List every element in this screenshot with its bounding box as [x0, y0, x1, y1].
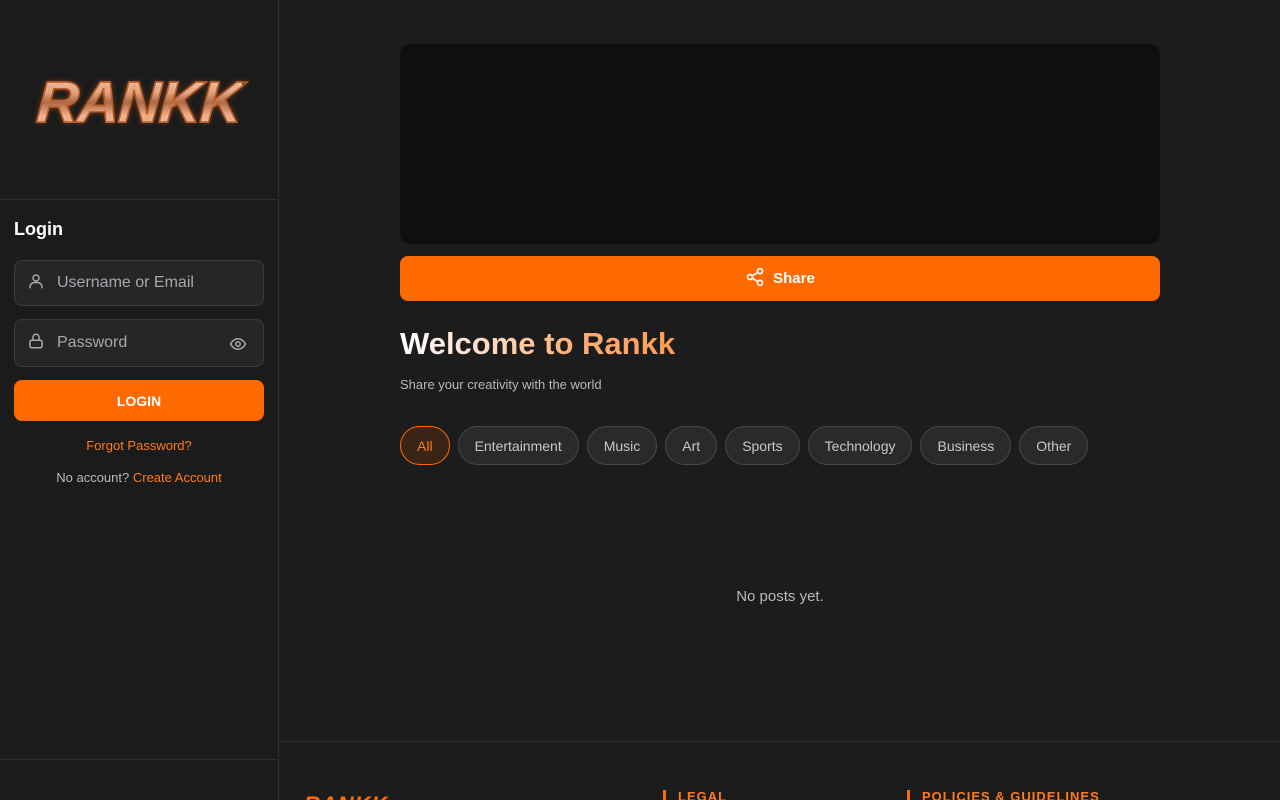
category-chip-art[interactable]: Art — [665, 426, 718, 465]
category-chip-entertainment[interactable]: Entertainment — [457, 426, 579, 465]
password-field[interactable] — [14, 319, 264, 367]
login-title: Login — [14, 219, 63, 239]
forgot-password-link[interactable]: Forgot Password? — [14, 438, 264, 453]
video-preview-area[interactable] — [400, 44, 1160, 244]
category-chip-music[interactable]: Music — [586, 426, 658, 465]
lock-icon — [27, 332, 45, 355]
show-password-eye-icon[interactable] — [229, 335, 247, 358]
sidebar-divider — [0, 759, 279, 760]
category-chip-all[interactable]: All — [400, 426, 450, 465]
category-chip-technology[interactable]: Technology — [807, 426, 913, 465]
share-icon — [745, 267, 765, 291]
share-label: Share — [773, 270, 815, 287]
footer-divider — [280, 741, 1280, 742]
share-button[interactable]: Share — [400, 256, 1160, 301]
rankk-logo[interactable]: RANKK — [34, 69, 244, 136]
password-input[interactable] — [57, 334, 217, 352]
footer-policies-heading: POLICIES & GUIDELINES — [907, 790, 1100, 800]
empty-posts-message: No posts yet. — [736, 588, 824, 605]
welcome-subtitle: Share your creativity with the world — [400, 377, 602, 392]
category-chip-business[interactable]: Business — [920, 426, 1012, 465]
sidebar: RANKK Login Username or Email LOGIN Forg… — [0, 0, 279, 800]
category-chip-sports[interactable]: Sports — [725, 426, 800, 465]
footer-logo[interactable]: RANKK — [304, 792, 388, 800]
no-account-text: No account? — [56, 470, 130, 485]
username-input[interactable] — [57, 274, 217, 292]
create-account-link[interactable]: Create Account — [133, 470, 222, 485]
login-panel: Login Username or Email LOGIN Forgot Pas… — [0, 200, 278, 485]
logo-area: RANKK — [0, 0, 278, 200]
category-chip-other[interactable]: Other — [1019, 426, 1089, 465]
login-button[interactable]: LOGIN — [14, 380, 264, 421]
welcome-title: Welcome to Rankk — [400, 326, 676, 361]
category-filter: All Entertainment Music Art Sports Techn… — [400, 426, 1089, 465]
main-content: Share Welcome to Rankk Share your creati… — [280, 0, 1280, 800]
username-field[interactable] — [14, 260, 264, 306]
no-account-row: No account? Create Account — [14, 470, 264, 485]
user-icon — [27, 272, 45, 295]
footer-legal-heading: LEGAL — [663, 790, 727, 800]
